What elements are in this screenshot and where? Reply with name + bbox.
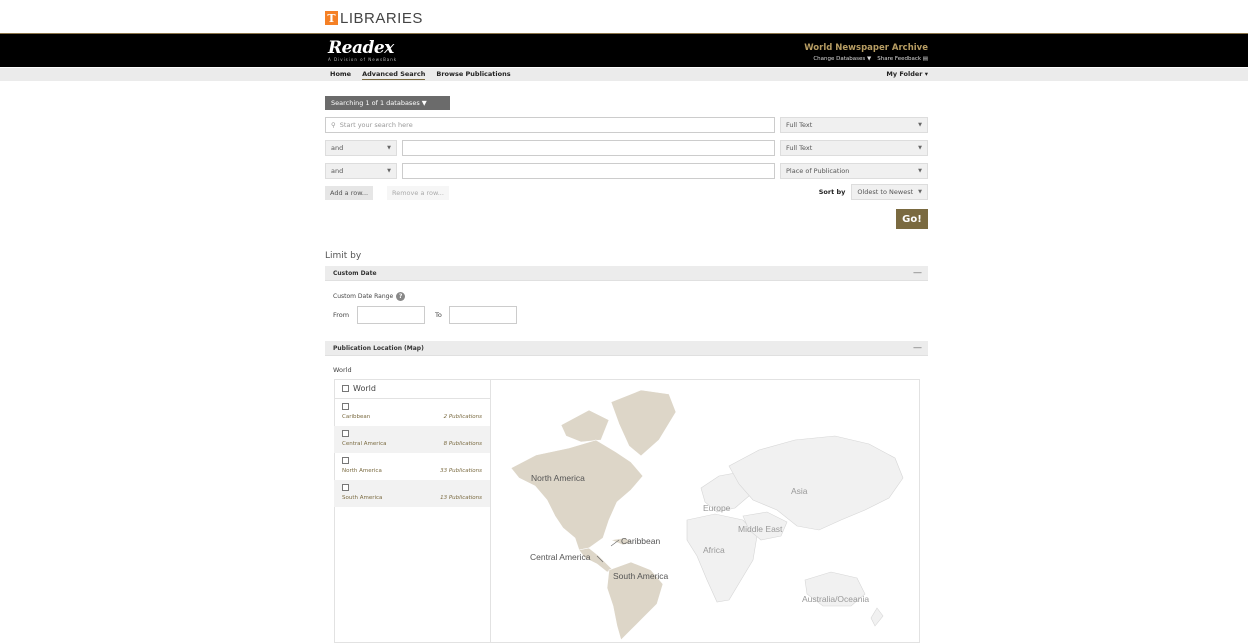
field-select-1[interactable]: Full Text ▼	[780, 117, 928, 133]
readex-tagline: A Division of NewsBank	[328, 57, 398, 62]
product-title: World Newspaper Archive	[804, 43, 928, 53]
map-label-europe[interactable]: Europe	[703, 503, 731, 513]
go-button[interactable]: Go!	[896, 209, 928, 229]
search-placeholder: Start your search here	[339, 121, 413, 129]
readex-header-bar	[0, 33, 1248, 67]
custom-date-range-label: Custom Date Range?	[333, 292, 406, 301]
boolean-select-3[interactable]: and ▼	[325, 163, 397, 179]
add-row-button[interactable]: Add a row...	[325, 186, 374, 200]
chevron-down-icon: ▼	[387, 168, 391, 174]
publication-location-header[interactable]: Publication Location (Map) —	[325, 341, 928, 356]
world-checkbox[interactable]	[342, 385, 349, 392]
search-row-1: ⚲ Start your search here Full Text ▼	[325, 117, 928, 133]
sort-by: Sort by Oldest to Newest ▼	[819, 184, 928, 200]
sort-select[interactable]: Oldest to Newest ▼	[851, 184, 928, 200]
navigation-bar	[0, 68, 1248, 81]
my-folder-menu[interactable]: My Folder ▾	[886, 70, 928, 78]
nav-browse-publications[interactable]: Browse Publications	[436, 70, 510, 80]
main-nav: Home Advanced Search Browse Publications	[330, 70, 511, 80]
search-input-3[interactable]	[402, 163, 775, 179]
collapse-icon: —	[913, 343, 922, 353]
map-label-caribbean[interactable]: Caribbean	[621, 536, 660, 546]
new-zealand-shape	[870, 607, 884, 627]
feedback-icon: ▤	[922, 56, 928, 62]
world-map[interactable]: North America Caribbean Central America …	[491, 380, 919, 642]
region-item[interactable]: Central America 8 Publications	[334, 426, 490, 453]
map-label-middle-east[interactable]: Middle East	[738, 524, 783, 534]
greenland-shape	[610, 389, 677, 457]
region-checkbox[interactable]	[342, 403, 349, 410]
chevron-down-icon: ▼	[918, 122, 922, 128]
boolean-select-2[interactable]: and ▼	[325, 140, 397, 156]
help-icon[interactable]: ?	[396, 292, 406, 301]
region-checkbox[interactable]	[342, 430, 349, 437]
custom-date-header[interactable]: Custom Date —	[325, 266, 928, 281]
change-databases-link[interactable]: Change Databases ▼	[813, 56, 871, 62]
map-label-south-america[interactable]: South America	[613, 571, 669, 581]
chevron-down-icon: ▼	[387, 145, 391, 151]
nav-advanced-search[interactable]: Advanced Search	[362, 70, 426, 80]
region-item[interactable]: Caribbean 2 Publications	[334, 399, 490, 426]
to-date-input[interactable]	[449, 306, 517, 324]
from-date-input[interactable]	[357, 306, 425, 324]
to-label: To	[435, 311, 442, 319]
libraries-title: LIBRARIES	[340, 9, 423, 27]
north-america-shape[interactable]	[510, 439, 644, 551]
from-label: From	[333, 311, 350, 319]
share-feedback-link[interactable]: Share Feedback ▤	[877, 56, 928, 62]
ut-logo-icon: T	[325, 11, 338, 25]
nav-home[interactable]: Home	[330, 70, 351, 80]
region-checkbox[interactable]	[342, 484, 349, 491]
region-checkbox[interactable]	[342, 457, 349, 464]
search-row-2: and ▼ Full Text ▼	[325, 140, 928, 156]
field-select-2[interactable]: Full Text ▼	[780, 140, 928, 156]
search-icon: ⚲	[331, 121, 336, 129]
map-label-asia[interactable]: Asia	[791, 486, 808, 496]
collapse-icon: —	[913, 268, 922, 278]
map-label-africa[interactable]: Africa	[703, 545, 725, 555]
sort-label: Sort by	[818, 188, 846, 196]
chevron-down-icon: ▼	[918, 168, 922, 174]
region-item[interactable]: South America 13 Publications	[334, 480, 490, 507]
ut-libraries-logo[interactable]: T LIBRARIES	[325, 8, 423, 28]
limit-by-heading: Limit by	[325, 251, 362, 261]
map-label-oceania[interactable]: Australia/Oceania	[802, 594, 869, 604]
readex-logo[interactable]: Readex	[328, 38, 394, 58]
map-breadcrumb[interactable]: World	[333, 366, 352, 374]
arctic-islands-shape	[560, 409, 610, 443]
region-item[interactable]: North America 33 Publications	[334, 453, 490, 480]
search-input[interactable]: ⚲ Start your search here	[325, 117, 775, 133]
database-selector-button[interactable]: Searching 1 of 1 databases ▼	[325, 96, 450, 110]
search-input-2[interactable]	[402, 140, 775, 156]
utility-links: Change Databases ▼ Share Feedback ▤	[813, 56, 928, 62]
field-select-3[interactable]: Place of Publication ▼	[780, 163, 928, 179]
chevron-down-icon: ▼	[918, 145, 922, 151]
map-label-central-america[interactable]: Central America	[530, 552, 591, 562]
remove-row-button[interactable]: Remove a row...	[387, 186, 449, 200]
map-label-north-america[interactable]: North America	[531, 473, 585, 483]
region-list: World Caribbean 2 Publications Central Am…	[334, 379, 491, 643]
chevron-down-icon: ▼	[918, 189, 922, 195]
world-checkbox-row[interactable]: World	[334, 379, 490, 399]
search-row-3: and ▼ Place of Publication ▼	[325, 163, 928, 179]
